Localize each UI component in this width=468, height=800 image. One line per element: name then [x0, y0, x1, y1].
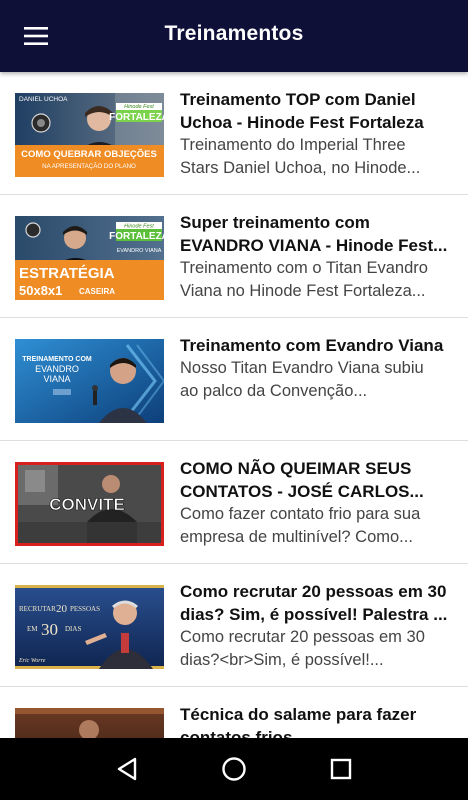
- item-title-line: CONTATOS - JOSÉ CARLOS...: [180, 482, 424, 501]
- item-title-line: EVANDRO VIANA - Hinode Fest...: [180, 236, 448, 255]
- thumb-label: ESTRATÉGIA: [19, 265, 115, 282]
- item-title-line: Uchoa - Hinode Fest Fortaleza: [180, 113, 424, 132]
- item-title-line: Super treinamento com: [180, 213, 370, 232]
- page-title: Treinamentos: [164, 22, 304, 45]
- list-item[interactable]: CONVITE COMO NÃO QUEIMAR SEUS CONTATOS -…: [0, 441, 468, 564]
- thumb-label: TREINAMENTO COM: [22, 356, 92, 363]
- recents-square-icon[interactable]: [321, 749, 361, 789]
- thumb-label: DIAS: [65, 625, 81, 633]
- app-bar: Treinamentos: [0, 0, 468, 72]
- item-description-line: Viana no Hinode Fest Fortaleza...: [180, 282, 426, 300]
- thumb-label: NA APRESENTAÇÃO DO PLANO: [42, 163, 136, 170]
- item-description-line: Treinamento do Imperial Three: [180, 136, 406, 154]
- home-circle-icon[interactable]: [214, 749, 254, 789]
- back-triangle-icon[interactable]: [107, 749, 147, 789]
- thumb-text-group: CONVITE: [49, 495, 125, 515]
- item-description-line: dias?<br>Sim, é possível!...: [180, 651, 384, 669]
- system-nav-bar: [0, 738, 468, 800]
- list-item[interactable]: Técnica do salame para fazer contatos fr…: [0, 687, 468, 738]
- thumb-label: RECRUTAR: [19, 605, 56, 613]
- item-description-line: Como recrutar 20 pessoas em 30: [180, 628, 425, 646]
- thumb-label: Hinode Fest: [124, 104, 154, 110]
- thumb-label: VIANA: [43, 374, 70, 384]
- thumb-label: EVANDRO: [35, 364, 79, 374]
- item-title-line: dias? Sim, é possível! Palestra ...: [180, 605, 448, 624]
- thumb-label: PESSOAS: [70, 605, 100, 613]
- item-description: Nosso Titan Evandro Viana subiu ao palco…: [180, 357, 452, 403]
- thumb-label: COMO QUEBRAR OBJEÇÕES: [21, 149, 157, 160]
- item-description-line: Treinamento com o Titan Evandro: [180, 259, 428, 277]
- thumb-label: FORTALEZA: [109, 231, 164, 242]
- item-description: Como recrutar 20 pessoas em 30 dias?<br>…: [180, 626, 452, 672]
- thumb-label: 30: [41, 620, 58, 639]
- list-item[interactable]: RECRUTAR 20 PESSOAS EM 30 DIAS Eric Worr…: [0, 564, 468, 687]
- thumb-label: DANIEL UCHOA: [19, 96, 68, 103]
- item-title: Super treinamento com EVANDRO VIANA - Hi…: [180, 211, 452, 257]
- thumb-label: Hinode Fest: [124, 224, 154, 230]
- item-title-line: Treinamento TOP com Daniel: [180, 90, 416, 109]
- item-description-line: Nosso Titan Evandro Viana subiu: [180, 359, 424, 377]
- list-item[interactable]: Hinode Fest FORTALEZA EVANDRO VIANA ESTR…: [0, 195, 468, 318]
- item-title-line: Técnica do salame para fazer: [180, 705, 417, 724]
- thumb-label: EVANDRO VIANA: [117, 248, 162, 254]
- item-description: Como fazer contato frio para sua empresa…: [180, 503, 452, 549]
- thumb-label: EM: [27, 625, 38, 633]
- item-title: Técnica do salame para fazer contatos fr…: [180, 703, 452, 738]
- item-description: Treinamento com o Titan Evandro Viana no…: [180, 257, 452, 303]
- video-thumbnail: RECRUTAR 20 PESSOAS EM 30 DIAS Eric Worr…: [15, 585, 164, 669]
- thumb-label: CASEIRA: [79, 287, 115, 296]
- item-description-line: ao palco da Convenção...: [180, 382, 368, 400]
- video-thumbnail: [15, 708, 164, 738]
- video-thumbnail: CONVITE: [15, 462, 164, 546]
- item-title-line: COMO NÃO QUEIMAR SEUS: [180, 459, 412, 478]
- training-list: DANIEL UCHOA Hinode Fest FORTALEZA COMO …: [0, 72, 468, 738]
- video-thumbnail: TREINAMENTO COM EVANDRO VIANA: [15, 339, 164, 423]
- list-item[interactable]: TREINAMENTO COM EVANDRO VIANA Treinament…: [0, 318, 468, 441]
- item-title-line: Treinamento com Evandro Viana: [180, 336, 444, 355]
- item-title: Treinamento com Evandro Viana: [180, 334, 452, 357]
- video-thumbnail: DANIEL UCHOA Hinode Fest FORTALEZA COMO …: [15, 93, 164, 177]
- item-title: COMO NÃO QUEIMAR SEUS CONTATOS - JOSÉ CA…: [180, 457, 452, 503]
- list-item[interactable]: DANIEL UCHOA Hinode Fest FORTALEZA COMO …: [0, 72, 468, 195]
- thumb-label: 20: [56, 603, 68, 615]
- item-title: Treinamento TOP com Daniel Uchoa - Hinod…: [180, 88, 452, 134]
- item-description-line: Como fazer contato frio para sua: [180, 505, 421, 523]
- item-title: Como recrutar 20 pessoas em 30 dias? Sim…: [180, 580, 452, 626]
- thumb-label: Eric Worre: [18, 658, 46, 664]
- item-title-line: contatos frios: [180, 728, 293, 738]
- item-description-line: Stars Daniel Uchoa, no Hinode...: [180, 159, 421, 177]
- thumb-label: CONVITE: [49, 495, 125, 514]
- thumb-label: 50x8x1: [19, 283, 62, 298]
- item-title-line: Como recrutar 20 pessoas em 30: [180, 582, 447, 601]
- thumb-label: FORTALEZA: [109, 112, 164, 123]
- item-description-line: empresa de multinível? Como...: [180, 528, 413, 546]
- item-description: Treinamento do Imperial Three Stars Dani…: [180, 134, 452, 180]
- video-thumbnail: Hinode Fest FORTALEZA EVANDRO VIANA ESTR…: [15, 216, 164, 300]
